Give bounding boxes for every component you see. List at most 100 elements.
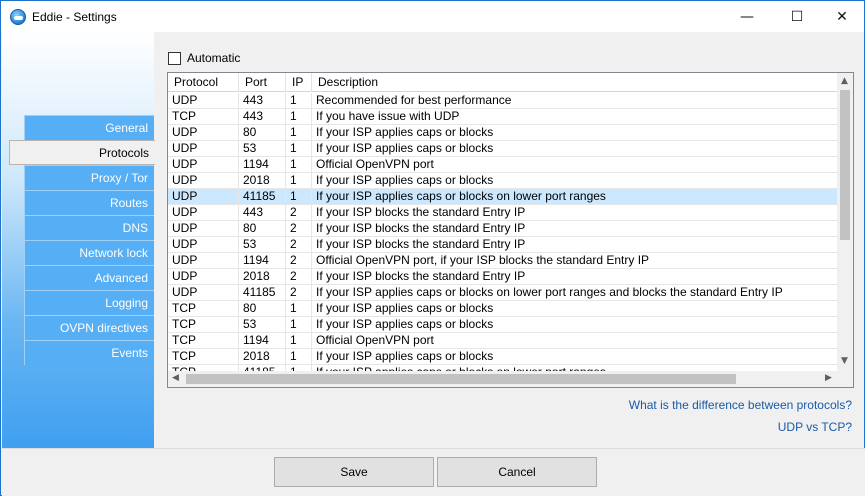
cell-protocol: UDP [168, 269, 239, 284]
cell-ip: 2 [286, 269, 312, 284]
cell-port: 1194 [239, 253, 286, 268]
table-row[interactable]: UDP 2018 1 If your ISP applies caps or bloc… [168, 173, 839, 189]
maximize-button[interactable]: ☐ [774, 1, 820, 32]
cell-description: If your ISP blocks the standard Entry IP [312, 221, 839, 236]
sidebar-item-proxy-tor[interactable]: Proxy / Tor [24, 165, 154, 190]
sidebar-item-routes[interactable]: Routes [24, 190, 154, 215]
column-header-ip[interactable]: IP [286, 73, 312, 92]
table-row[interactable]: UDP 443 1 Recommended for best performance [168, 93, 839, 109]
table-row[interactable]: TCP 80 1 If your ISP applies caps or blocks [168, 301, 839, 317]
table-row[interactable]: UDP 1194 1 Official OpenVPN port [168, 157, 839, 173]
table-row[interactable]: TCP 443 1 If you have issue with UDP [168, 109, 839, 125]
cell-ip: 2 [286, 253, 312, 268]
cell-protocol: UDP [168, 141, 239, 156]
scroll-left-icon[interactable]: ◀ [172, 373, 179, 383]
cell-protocol: UDP [168, 285, 239, 300]
cell-ip: 1 [286, 301, 312, 316]
cell-protocol: TCP [168, 301, 239, 316]
cell-port: 1194 [239, 157, 286, 172]
cell-description: If your ISP applies caps or blocks on lo… [312, 189, 839, 204]
table-row[interactable]: UDP 2018 2 If your ISP blocks the standard … [168, 269, 839, 285]
cell-protocol: TCP [168, 317, 239, 332]
cell-port: 41185 [239, 285, 286, 300]
cell-ip: 1 [286, 173, 312, 188]
table-row[interactable]: TCP 2018 1 If your ISP applies caps or bloc… [168, 349, 839, 365]
window-title: Eddie - Settings [32, 10, 117, 24]
cell-ip: 1 [286, 157, 312, 172]
eddie-cloud-icon [10, 9, 26, 25]
sidebar-item-general[interactable]: General [24, 115, 154, 140]
table-row[interactable]: UDP 443 2 If your ISP blocks the standard E… [168, 205, 839, 221]
table-row[interactable]: UDP 53 2 If your ISP blocks the standard En… [168, 237, 839, 253]
table-row[interactable]: UDP 41185 1 If your ISP applies caps or blo… [168, 189, 839, 205]
column-header-protocol[interactable]: Protocol [168, 73, 239, 92]
cell-protocol: UDP [168, 205, 239, 220]
column-header-description[interactable]: Description [312, 73, 839, 92]
horizontal-scroll-thumb[interactable] [186, 374, 736, 384]
settings-sidebar: General Protocols Proxy / Tor Routes DNS… [2, 32, 155, 448]
sidebar-item-logging[interactable]: Logging [24, 290, 154, 315]
scroll-up-icon[interactable]: ▲ [841, 76, 848, 86]
cell-port: 2018 [239, 173, 286, 188]
cell-description: If your ISP applies caps or blocks [312, 349, 839, 364]
table-row[interactable]: UDP 53 1 If your ISP applies caps or blocks [168, 141, 839, 157]
cell-protocol: UDP [168, 189, 239, 204]
scroll-down-icon[interactable]: ▼ [841, 356, 848, 366]
table-row[interactable]: TCP 53 1 If your ISP applies caps or blocks [168, 317, 839, 333]
sidebar-item-dns[interactable]: DNS [24, 215, 154, 240]
cell-description: If your ISP applies caps or blocks [312, 125, 839, 140]
title-bar[interactable]: Eddie - Settings — ☐ ✕ [1, 1, 864, 32]
automatic-label: Automatic [187, 51, 241, 65]
cell-description: If your ISP applies caps or blocks [312, 173, 839, 188]
cell-protocol: UDP [168, 93, 239, 108]
cell-port: 41185 [239, 189, 286, 204]
cell-description: If you have issue with UDP [312, 109, 839, 124]
vertical-scrollbar[interactable]: ▲ ▼ [837, 73, 853, 371]
horizontal-scrollbar[interactable]: ◀ ▶ [168, 371, 853, 387]
table-header: Protocol Port IP Description [168, 73, 839, 92]
cell-port: 53 [239, 317, 286, 332]
cell-description: If your ISP applies caps or blocks [312, 301, 839, 316]
cell-description: Official OpenVPN port [312, 157, 839, 172]
close-button[interactable]: ✕ [819, 1, 865, 32]
minimize-button[interactable]: — [724, 1, 770, 32]
sidebar-item-ovpn-directives[interactable]: OVPN directives [24, 315, 154, 340]
cell-port: 443 [239, 93, 286, 108]
cell-ip: 1 [286, 349, 312, 364]
sidebar-item-network-lock[interactable]: Network lock [24, 240, 154, 265]
table-row[interactable]: UDP 41185 2 If your ISP applies caps or blo… [168, 285, 839, 301]
table-row[interactable]: TCP 1194 1 Official OpenVPN port [168, 333, 839, 349]
cell-ip: 1 [286, 141, 312, 156]
cell-port: 2018 [239, 349, 286, 364]
cell-protocol: UDP [168, 253, 239, 268]
save-button[interactable]: Save [274, 457, 434, 487]
column-header-port[interactable]: Port [239, 73, 286, 92]
sidebar-item-advanced[interactable]: Advanced [24, 265, 154, 290]
cell-port: 2018 [239, 269, 286, 284]
cell-ip: 2 [286, 285, 312, 300]
udp-vs-tcp-link[interactable]: UDP vs TCP? [778, 420, 852, 434]
cell-protocol: UDP [168, 157, 239, 172]
cell-ip: 2 [286, 237, 312, 252]
sidebar-item-protocols[interactable]: Protocols [9, 140, 155, 165]
protocols-table[interactable]: Protocol Port IP Description UDP 443 1 Reco… [167, 72, 854, 388]
cell-port: 80 [239, 125, 286, 140]
cell-port: 80 [239, 221, 286, 236]
sidebar-item-events[interactable]: Events [24, 340, 154, 365]
cell-ip: 1 [286, 189, 312, 204]
table-row[interactable]: UDP 1194 2 Official OpenVPN port, if your I… [168, 253, 839, 269]
automatic-checkbox[interactable] [168, 52, 181, 65]
settings-window: Eddie - Settings — ☐ ✕ General Protocols… [0, 0, 865, 496]
cancel-button[interactable]: Cancel [437, 457, 597, 487]
cell-port: 53 [239, 141, 286, 156]
cell-description: If your ISP blocks the standard Entry IP [312, 205, 839, 220]
protocol-difference-link[interactable]: What is the difference between protocols… [629, 398, 852, 412]
cell-ip: 2 [286, 205, 312, 220]
cell-ip: 1 [286, 93, 312, 108]
table-row[interactable]: UDP 80 2 If your ISP blocks the standard En… [168, 221, 839, 237]
scroll-right-icon[interactable]: ▶ [825, 373, 832, 383]
vertical-scroll-thumb[interactable] [840, 90, 850, 240]
table-body: UDP 443 1 Recommended for best performance T… [168, 93, 839, 371]
cell-protocol: UDP [168, 221, 239, 236]
table-row[interactable]: UDP 80 1 If your ISP applies caps or blocks [168, 125, 839, 141]
